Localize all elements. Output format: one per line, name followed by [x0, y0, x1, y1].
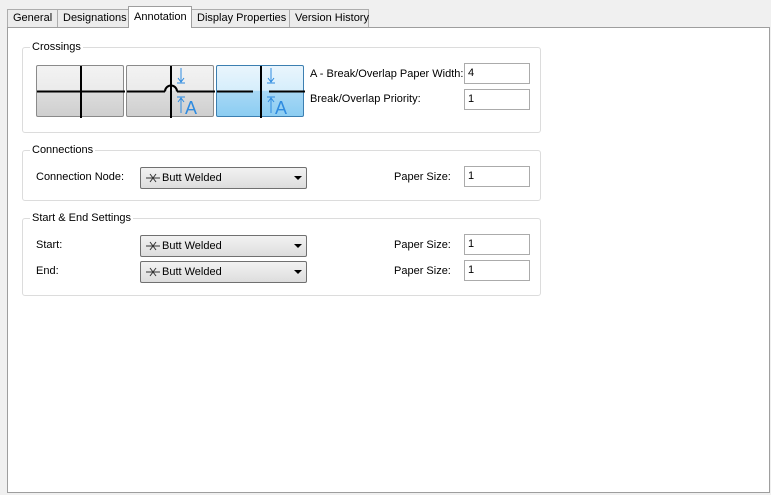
annotation-panel: Crossings A A A - Break/Overlap Paper Wi… [7, 27, 770, 493]
break-width-label: A - Break/Overlap Paper Width: [310, 68, 464, 80]
butt-weld-icon [146, 267, 160, 277]
end-paper-size-field[interactable]: 1 [464, 260, 530, 281]
butt-weld-icon [146, 241, 160, 251]
plain-cross-icon [37, 66, 125, 118]
butt-weld-icon [146, 173, 160, 183]
connection-paper-size-label: Paper Size: [394, 171, 451, 183]
end-label: End: [36, 265, 59, 277]
start-end-group: Start & End Settings Start: Butt Welded … [22, 211, 541, 296]
break-width-field[interactable]: 4 [464, 63, 530, 84]
hop-break-icon: A [127, 66, 215, 118]
start-paper-size-label: Paper Size: [394, 239, 451, 251]
gap-break-icon: A [217, 66, 305, 118]
crossings-legend: Crossings [30, 40, 83, 54]
connection-paper-size-field[interactable]: 1 [464, 166, 530, 187]
end-paper-size-label: Paper Size: [394, 265, 451, 277]
connection-node-label: Connection Node: [36, 171, 125, 183]
tab-general[interactable]: General [7, 9, 58, 27]
end-select[interactable]: Butt Welded [140, 261, 307, 283]
icon-letter: A [275, 98, 287, 118]
tab-annotation[interactable]: Annotation [128, 6, 192, 28]
tab-designations[interactable]: Designations [57, 9, 129, 27]
connections-legend: Connections [30, 143, 96, 157]
icon-letter: A [185, 98, 197, 118]
crossing-style-gap-button[interactable]: A [216, 65, 305, 118]
chevron-down-icon [294, 176, 302, 180]
start-label: Start: [36, 239, 63, 251]
chevron-down-icon [294, 270, 302, 274]
tab-display-properties[interactable]: Display Properties [191, 9, 290, 27]
connection-node-select[interactable]: Butt Welded [140, 167, 307, 189]
start-value: Butt Welded [162, 240, 222, 252]
tab-version-history[interactable]: Version History [289, 9, 369, 27]
priority-label: Break/Overlap Priority: [310, 93, 421, 105]
chevron-down-icon [294, 244, 302, 248]
start-end-legend: Start & End Settings [30, 211, 134, 225]
start-select[interactable]: Butt Welded [140, 235, 307, 257]
end-value: Butt Welded [162, 266, 222, 278]
crossing-style-plain-button[interactable] [36, 65, 125, 118]
crossings-group: Crossings A A A - Break/Overlap Paper Wi… [22, 40, 541, 133]
connection-node-value: Butt Welded [162, 172, 222, 184]
connections-group: Connections Connection Node: Butt Welded… [22, 143, 541, 201]
crossing-style-hop-button[interactable]: A [126, 65, 215, 118]
start-paper-size-field[interactable]: 1 [464, 234, 530, 255]
priority-field[interactable]: 1 [464, 89, 530, 110]
